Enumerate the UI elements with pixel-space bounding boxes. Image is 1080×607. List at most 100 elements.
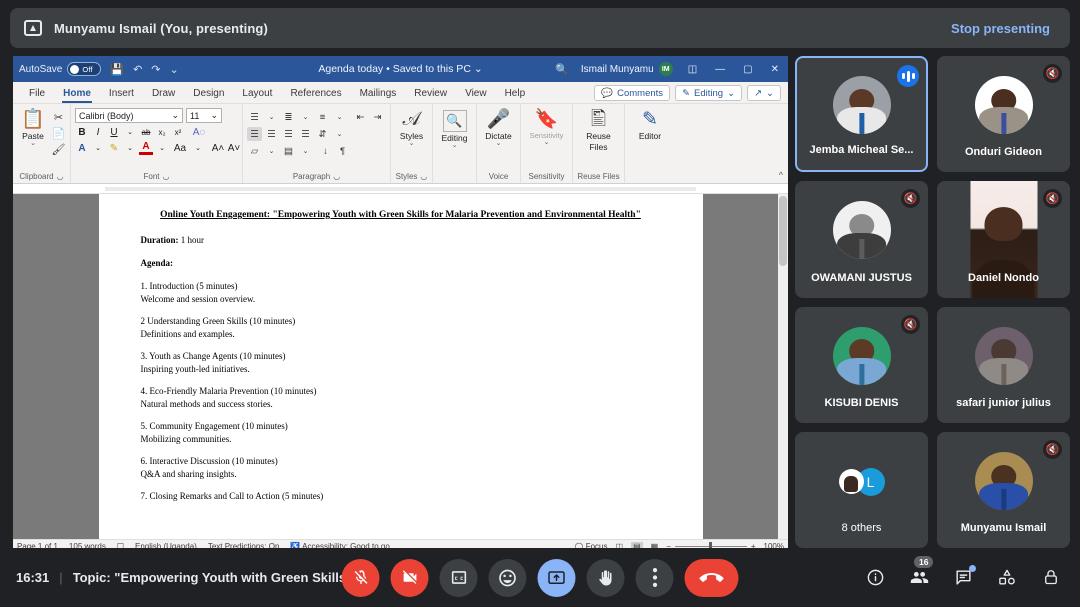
document-scrollbar[interactable] — [778, 194, 788, 539]
format-painter-icon[interactable]: 🖌 — [51, 143, 66, 156]
participant-tile[interactable]: 🔇 KISUBI DENIS — [795, 306, 928, 423]
close-button[interactable]: ✕ — [768, 64, 782, 75]
chevron-down-icon[interactable]: ⌄ — [332, 110, 347, 124]
highlight-color-button[interactable]: ✎ — [107, 141, 121, 155]
sensitivity-button[interactable]: 🔖 Sensitivity ⌄ — [525, 108, 568, 147]
increase-indent-icon[interactable]: ⇥ — [370, 110, 385, 124]
tab-view[interactable]: View — [456, 85, 496, 103]
people-panel-button[interactable]: 16 — [908, 555, 934, 589]
dictate-button[interactable]: 🎤 Dictate ⌄ — [481, 108, 516, 148]
participant-tile[interactable]: safari junior julius — [937, 306, 1070, 423]
others-tile[interactable]: L 8 others — [795, 431, 928, 548]
paste-button[interactable]: 📋 Paste ⌄ — [17, 108, 49, 148]
chevron-down-icon[interactable]: ⌄ — [264, 110, 279, 124]
bullets-icon[interactable]: ☰ — [247, 110, 262, 124]
copy-icon[interactable]: 📄 — [51, 127, 66, 140]
account-info[interactable]: Ismail Munyamu IM — [581, 62, 673, 76]
dialog-launcher-icon[interactable]: ◡ — [333, 172, 340, 181]
superscript-button[interactable]: x² — [171, 125, 185, 139]
font-color-button[interactable]: A — [139, 141, 153, 155]
align-left-icon[interactable]: ☰ — [247, 127, 262, 141]
redo-icon[interactable]: ↷ — [151, 63, 160, 76]
grow-font-button[interactable]: A˄ — [211, 141, 225, 155]
undo-icon[interactable]: ↶ — [133, 63, 142, 76]
borders-icon[interactable]: ▤ — [281, 144, 296, 158]
justify-icon[interactable]: ☰ — [298, 127, 313, 141]
editing-mode-button[interactable]: ✎ Editing ⌄ — [675, 85, 743, 101]
stop-presenting-button[interactable]: Stop presenting — [945, 17, 1056, 40]
activities-button[interactable] — [996, 567, 1018, 589]
present-now-button[interactable] — [537, 558, 576, 597]
chevron-down-icon[interactable]: ⌄ — [91, 141, 105, 155]
numbering-icon[interactable]: ≣ — [281, 110, 296, 124]
maximize-button[interactable]: ▢ — [740, 64, 755, 75]
chevron-down-icon[interactable]: ⌄ — [264, 144, 279, 158]
reactions-button[interactable] — [488, 558, 527, 597]
document-page[interactable]: Online Youth Engagement: "Empowering You… — [98, 194, 703, 539]
tab-home[interactable]: Home — [54, 85, 100, 103]
autosave-toggle[interactable]: AutoSave Off — [19, 62, 102, 76]
change-case-button[interactable]: Aa — [171, 141, 189, 155]
participant-tile[interactable]: 🔇 Onduri Gideon — [937, 56, 1070, 173]
tab-draw[interactable]: Draw — [143, 85, 184, 103]
text-effects-button[interactable]: A — [75, 141, 89, 155]
camera-off-button[interactable] — [390, 558, 429, 597]
dialog-launcher-icon[interactable]: ◡ — [420, 172, 427, 181]
line-spacing-icon[interactable]: ⇵ — [315, 127, 330, 141]
font-name-input[interactable]: Calibri (Body) ⌄ — [75, 108, 183, 123]
bold-button[interactable]: B — [75, 125, 89, 139]
font-size-input[interactable]: 11 ⌄ — [186, 108, 222, 123]
chevron-down-icon[interactable]: ⌄ — [191, 141, 205, 155]
participant-tile[interactable]: Jemba Micheal Se... — [795, 56, 928, 173]
minimize-button[interactable]: — — [712, 64, 728, 75]
shading-icon[interactable]: ▱ — [247, 144, 262, 158]
chevron-down-icon[interactable]: ⌄ — [298, 110, 313, 124]
multilevel-list-icon[interactable]: ≡ — [315, 110, 330, 124]
chevron-down-icon[interactable]: ⌄ — [332, 127, 347, 141]
chat-panel-button[interactable] — [952, 564, 976, 589]
tab-help[interactable]: Help — [496, 85, 535, 103]
tab-references[interactable]: References — [281, 85, 350, 103]
underline-button[interactable]: U — [107, 125, 121, 139]
tab-insert[interactable]: Insert — [100, 85, 143, 103]
reuse-files-button[interactable]: 🖺 Reuse Files — [577, 108, 620, 153]
align-center-icon[interactable]: ☰ — [264, 127, 279, 141]
decrease-indent-icon[interactable]: ⇤ — [353, 110, 368, 124]
collapse-ribbon-icon[interactable]: ^ — [779, 170, 788, 183]
captions-button[interactable] — [439, 558, 478, 597]
chevron-down-icon[interactable]: ⌄ — [298, 144, 313, 158]
styles-button[interactable]: 𝒜 Styles ⌄ — [395, 108, 428, 148]
subscript-button[interactable]: x₂ — [155, 125, 169, 139]
host-controls-button[interactable] — [1040, 567, 1062, 589]
dialog-launcher-icon[interactable]: ◡ — [57, 172, 64, 181]
customize-quick-access-icon[interactable]: ⌄ — [170, 63, 179, 76]
editor-button[interactable]: ✎ Editor — [631, 108, 669, 142]
meeting-details-button[interactable] — [864, 567, 886, 589]
tab-mailings[interactable]: Mailings — [351, 85, 406, 103]
tab-review[interactable]: Review — [405, 85, 456, 103]
chevron-down-icon[interactable]: ⌄ — [155, 141, 169, 155]
raise-hand-button[interactable] — [586, 558, 625, 597]
participant-tile[interactable]: 🔇 Munyamu Ismail — [937, 431, 1070, 548]
participant-tile[interactable]: 🔇 Daniel Nondo — [937, 181, 1070, 298]
save-icon[interactable]: 💾 — [110, 63, 124, 76]
ribbon-display-icon[interactable]: ◫ — [685, 64, 700, 75]
show-formatting-marks-icon[interactable]: ¶ — [335, 144, 350, 158]
italic-button[interactable]: I — [91, 125, 105, 139]
tab-design[interactable]: Design — [184, 85, 233, 103]
strikethrough-button[interactable]: ab — [139, 125, 153, 139]
chevron-down-icon[interactable]: ⌄ — [123, 125, 137, 139]
share-button[interactable]: ↗ ⌄ — [747, 85, 781, 101]
sort-icon[interactable]: ↓ — [318, 144, 333, 158]
tab-file[interactable]: File — [20, 85, 54, 103]
autosave-switch[interactable]: Off — [67, 62, 102, 76]
comments-button[interactable]: 💬 Comments — [594, 85, 671, 101]
end-call-button[interactable] — [684, 558, 739, 597]
more-options-button[interactable] — [635, 558, 674, 597]
shrink-font-button[interactable]: A˅ — [227, 141, 241, 155]
participant-tile[interactable]: 🔇 OWAMANI JUSTUS — [795, 181, 928, 298]
align-right-icon[interactable]: ☰ — [281, 127, 296, 141]
chevron-down-icon[interactable]: ⌄ — [123, 141, 137, 155]
editing-button[interactable]: 🔍 Editing ⌄ — [437, 108, 472, 149]
tab-layout[interactable]: Layout — [233, 85, 281, 103]
